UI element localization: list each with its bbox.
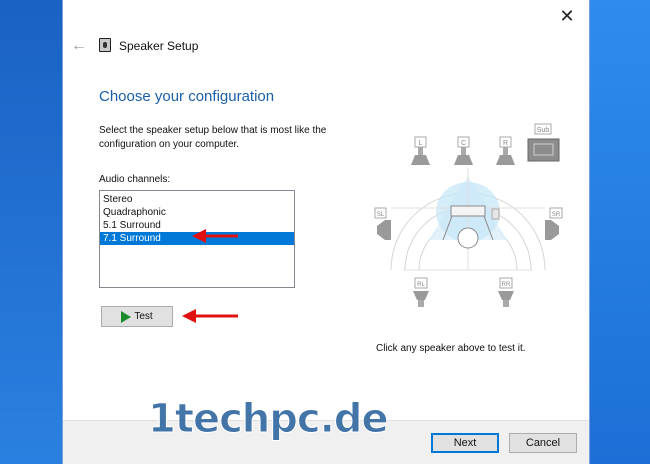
speaker-setup-dialog: ✕ ← Speaker Setup Choose your configurat…: [62, 0, 590, 464]
back-arrow-icon[interactable]: ←: [69, 36, 89, 56]
speaker-label-l: L: [419, 140, 423, 147]
page-heading: Choose your configuration: [99, 88, 275, 105]
speaker-side-left[interactable]: SL: [374, 207, 391, 240]
desktop-background-right: [590, 0, 650, 464]
speaker-subwoofer[interactable]: Sub: [527, 123, 560, 162]
test-button-label: Test: [134, 311, 153, 322]
instruction-text: Select the speaker setup below that is m…: [99, 125, 327, 150]
annotation-arrow-listbox: [192, 229, 238, 243]
speaker-label-rr: RR: [502, 282, 511, 288]
speaker-front-right[interactable]: R: [496, 136, 515, 165]
speaker-label-c: C: [461, 140, 466, 147]
speaker-label-rl: RL: [417, 282, 425, 288]
speaker-label-sr: SR: [552, 212, 561, 218]
speaker-front-left[interactable]: L: [411, 136, 430, 165]
speaker-label-sl: SL: [377, 212, 385, 218]
annotation-arrow-test: [182, 309, 238, 323]
listening-area: [390, 168, 546, 271]
window-title: Speaker Setup: [119, 39, 199, 53]
watermark: 1techpc.de: [148, 396, 390, 443]
audio-channels-label: Audio channels:: [99, 174, 171, 185]
close-button[interactable]: ✕: [553, 4, 581, 28]
cancel-button[interactable]: Cancel: [509, 433, 577, 453]
play-icon: [121, 310, 132, 323]
list-item-quadraphonic[interactable]: Quadraphonic: [100, 206, 294, 219]
desktop-background-left: [0, 0, 62, 464]
next-button[interactable]: Next: [431, 433, 499, 453]
speaker-rear-right[interactable]: RR: [498, 277, 514, 307]
list-item-stereo[interactable]: Stereo: [100, 193, 294, 206]
speaker-center[interactable]: C: [454, 136, 473, 165]
speaker-label-sub: Sub: [537, 127, 550, 134]
speaker-test-hint: Click any speaker above to test it.: [376, 343, 526, 354]
speaker-side-right[interactable]: SR: [545, 207, 563, 240]
speaker-label-r: R: [503, 140, 508, 147]
speaker-app-icon: [99, 38, 111, 52]
speaker-rear-left[interactable]: RL: [413, 277, 429, 307]
speaker-diagram: L C R Sub SL SR RL RR: [374, 123, 563, 307]
test-button[interactable]: Test: [101, 306, 173, 327]
